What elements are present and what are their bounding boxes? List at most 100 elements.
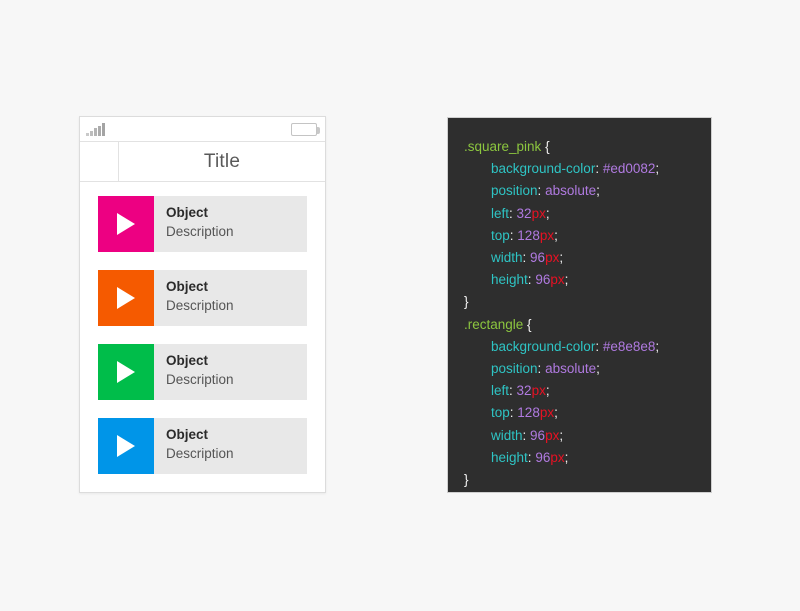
code-line: } (464, 469, 711, 491)
code-semicolon: ; (655, 338, 660, 354)
code-brace: } (464, 472, 469, 488)
code-semicolon: ; (596, 361, 600, 377)
play-icon (117, 361, 135, 383)
code-unit: px (545, 427, 560, 443)
code-value: 32 (516, 205, 532, 221)
code-property: background-color (491, 338, 596, 354)
code-value: 96 (530, 427, 546, 443)
list-item[interactable]: Object Description (98, 418, 307, 474)
battery-full-icon (291, 123, 320, 136)
list-item-title: Object (166, 279, 209, 294)
code-value: absolute (545, 361, 597, 377)
code-line: background-color: #ed0082; (464, 158, 711, 180)
list-item-description: Description (166, 224, 234, 239)
code-property: left (491, 383, 510, 399)
code-value: 96 (535, 272, 551, 288)
code-value: 96 (535, 449, 551, 465)
list-item[interactable]: Object Description (98, 344, 307, 400)
list-item[interactable]: Object Description (98, 270, 307, 326)
code-semicolon: ; (559, 427, 564, 443)
code-line: left: 32px; (464, 380, 711, 402)
code-value: 128 (517, 227, 540, 243)
code-line: width: 96px; (464, 425, 711, 447)
code-property: position (491, 361, 538, 377)
code-brace: } (464, 294, 469, 310)
code-property: width (491, 427, 523, 443)
code-unit: px (550, 272, 565, 288)
list-item-thumbnail[interactable] (98, 418, 154, 474)
signal-bars-icon (86, 123, 105, 136)
nav-back-button[interactable] (80, 142, 119, 181)
code-property: height (491, 272, 528, 288)
title-bar: Title (80, 142, 325, 182)
code-value: 128 (517, 405, 540, 421)
code-line: .square_pink { (464, 136, 711, 158)
list-item-description: Description (166, 446, 234, 461)
code-semicolon: ; (564, 272, 569, 288)
code-property: top (491, 227, 510, 243)
code-semicolon: ; (554, 405, 558, 421)
code-semicolon: ; (596, 183, 600, 199)
code-line: left: 32px; (464, 203, 711, 225)
code-line: .rectangle { (464, 314, 711, 336)
code-colon: : (522, 250, 531, 266)
code-selector: .square_pink (464, 139, 542, 154)
code-line: top: 128px; (464, 402, 711, 424)
code-property: top (491, 405, 510, 421)
code-line: background-color: #e8e8e8; (464, 336, 711, 358)
code-unit: px (545, 250, 560, 266)
play-icon (117, 287, 135, 309)
code-value: absolute (545, 183, 597, 199)
code-line: position: absolute; (464, 358, 711, 380)
code-brace: { (541, 139, 550, 154)
code-semicolon: ; (545, 205, 550, 221)
list-item-description: Description (166, 372, 234, 387)
code-colon: : (522, 427, 531, 443)
list-item-title: Object (166, 427, 209, 442)
code-line: height: 96px; (464, 269, 711, 291)
code-colon: : (509, 205, 517, 221)
title-cell: Title (119, 142, 325, 181)
code-colon: : (509, 383, 517, 399)
status-bar (80, 117, 325, 142)
code-line: top: 128px; (464, 225, 711, 247)
code-unit: px (550, 449, 565, 465)
code-line: width: 96px; (464, 247, 711, 269)
phone-mockup: Title Object Description Object Descript… (79, 116, 326, 493)
code-value: #ed0082 (602, 161, 656, 177)
code-line: position: absolute; (464, 180, 711, 202)
code-colon: : (537, 361, 546, 377)
list-item-description: Description (166, 298, 234, 313)
list-item-text: Object Description (154, 270, 307, 326)
code-selector: .rectangle (464, 316, 524, 332)
code-semicolon: ; (564, 449, 569, 465)
code-value: 32 (516, 383, 532, 399)
code-property: position (491, 183, 538, 199)
play-icon (117, 213, 135, 235)
code-colon: : (537, 183, 546, 199)
list-item-title: Object (166, 205, 209, 220)
code-property: height (491, 449, 528, 465)
code-colon: : (595, 161, 603, 177)
object-list: Object Description Object Description Ob… (80, 182, 325, 474)
code-brace: { (523, 316, 532, 332)
list-item[interactable]: Object Description (98, 196, 307, 252)
code-unit: px (539, 405, 555, 421)
code-semicolon: ; (559, 250, 564, 266)
list-item-thumbnail[interactable] (98, 270, 154, 326)
code-property: width (491, 250, 523, 266)
page-title: Title (203, 150, 241, 172)
code-semicolon: ; (554, 227, 558, 243)
list-item-text: Object Description (154, 196, 307, 252)
code-semicolon: ; (655, 161, 660, 177)
code-property: left (491, 205, 510, 221)
code-panel[interactable]: .square_pink {background-color: #ed0082;… (447, 117, 712, 493)
list-item-thumbnail[interactable] (98, 196, 154, 252)
code-line: height: 96px; (464, 447, 711, 469)
code-property: background-color (491, 161, 596, 177)
code-value: #e8e8e8 (602, 338, 656, 354)
code-unit: px (539, 227, 555, 243)
code-unit: px (531, 383, 546, 399)
code-colon: : (595, 338, 603, 354)
list-item-thumbnail[interactable] (98, 344, 154, 400)
